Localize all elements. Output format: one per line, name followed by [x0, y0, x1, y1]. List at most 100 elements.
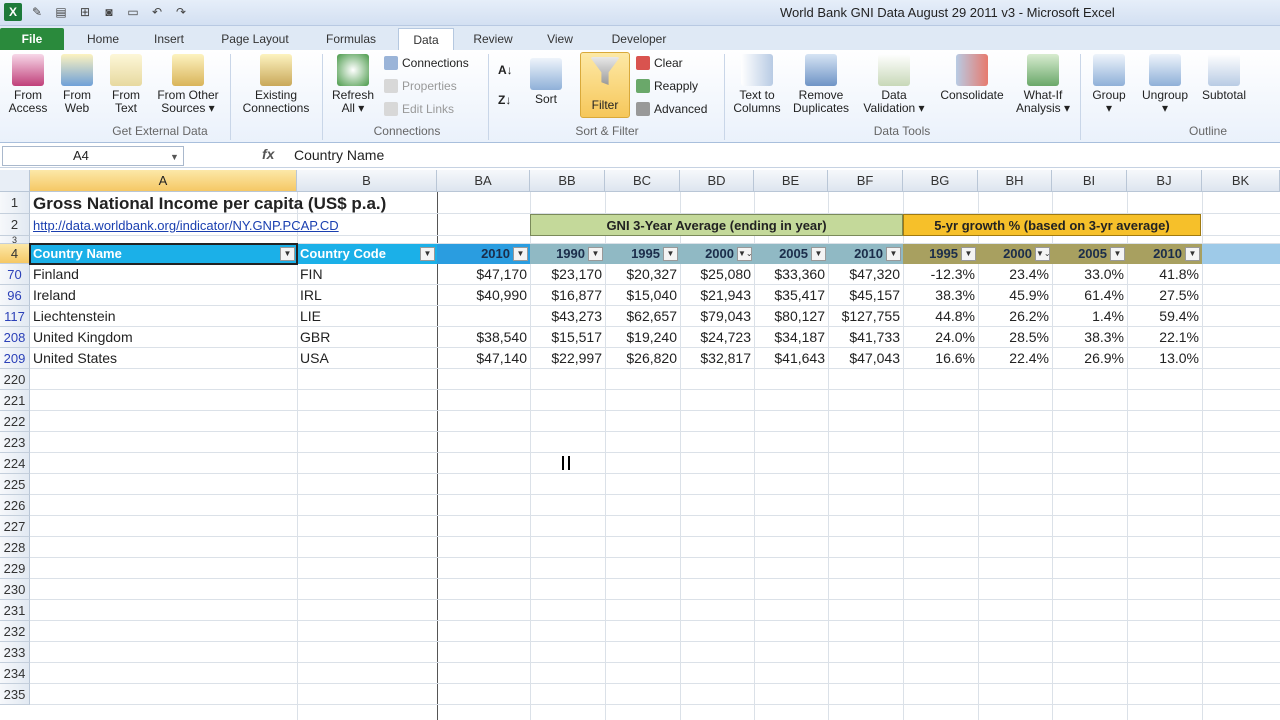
row-header-235[interactable]: 235 — [0, 684, 30, 705]
subtotal-button[interactable]: Subtotal — [1196, 54, 1252, 102]
from-web-button[interactable]: From Web — [54, 54, 100, 115]
redo-icon[interactable]: ↷ — [172, 3, 190, 21]
gni-header[interactable]: GNI 3-Year Average (ending in year) — [530, 214, 903, 236]
country-name-cell[interactable]: United Kingdom — [33, 327, 297, 348]
value-cell[interactable]: 1.4% — [1052, 306, 1127, 327]
value-cell[interactable]: 27.5% — [1127, 285, 1202, 306]
row-header-226[interactable]: 226 — [0, 495, 30, 516]
row-header-3[interactable]: 3 — [0, 236, 30, 245]
row-header-229[interactable]: 229 — [0, 558, 30, 579]
clear-button[interactable]: Clear — [636, 53, 683, 73]
row-header-228[interactable]: 228 — [0, 537, 30, 558]
value-cell[interactable]: 22.1% — [1127, 327, 1202, 348]
value-cell[interactable]: $80,127 — [754, 306, 828, 327]
properties-button[interactable]: Properties — [384, 76, 457, 96]
print-icon[interactable]: ▤ — [52, 3, 70, 21]
row-header-225[interactable]: 225 — [0, 474, 30, 495]
filter-active-icon[interactable]: ▼⌄ — [1035, 247, 1051, 261]
value-cell[interactable]: $23,170 — [530, 264, 605, 285]
country-code-cell[interactable]: USA — [300, 348, 437, 369]
row-header-4[interactable]: 4 — [0, 244, 30, 264]
row-header-223[interactable]: 223 — [0, 432, 30, 453]
country-name-cell[interactable]: Liechtenstein — [33, 306, 297, 327]
value-cell[interactable]: $20,327 — [605, 264, 680, 285]
from-other-sources-button[interactable]: From Other Sources ▾ — [152, 54, 224, 115]
row-header-96[interactable]: 96 — [0, 285, 30, 306]
row-header-2[interactable]: 2 — [0, 214, 30, 236]
row-header-221[interactable]: 221 — [0, 390, 30, 411]
value-cell[interactable]: 16.6% — [903, 348, 978, 369]
existing-connections-button[interactable]: Existing Connections — [236, 54, 316, 115]
growth-header[interactable]: 5-yr growth % (based on 3-yr average) — [903, 214, 1201, 236]
value-cell[interactable]: 38.3% — [903, 285, 978, 306]
filter-dropdown-icon[interactable]: ▼ — [1110, 247, 1125, 261]
column-header-b[interactable]: B — [297, 170, 437, 192]
worksheet-grid[interactable]: A B BA BB BC BD BE BF BG BH BI BJ BK 1 2 3 4 70 96 117 208 20… — [0, 170, 1280, 720]
column-header-ba[interactable]: BA — [437, 170, 530, 192]
from-access-button[interactable]: From Access — [4, 54, 52, 115]
value-cell[interactable]: $79,043 — [680, 306, 754, 327]
row-header-231[interactable]: 231 — [0, 600, 30, 621]
country-code-cell[interactable]: FIN — [300, 264, 437, 285]
column-header-be[interactable]: BE — [754, 170, 828, 192]
sheet-title[interactable]: Gross National Income per capita (US$ p.… — [33, 194, 386, 214]
value-cell[interactable]: $62,657 — [605, 306, 680, 327]
filter-dropdown-icon[interactable]: ▼ — [1185, 247, 1200, 261]
country-code-cell[interactable]: GBR — [300, 327, 437, 348]
value-cell[interactable]: 33.0% — [1052, 264, 1127, 285]
row-header-234[interactable]: 234 — [0, 663, 30, 684]
tab-page-layout[interactable]: Page Layout — [210, 28, 300, 50]
row-header-222[interactable]: 222 — [0, 411, 30, 432]
data-validation-button[interactable]: Data Validation ▾ — [856, 54, 932, 115]
tab-insert[interactable]: Insert — [144, 28, 194, 50]
filter-dropdown-icon[interactable]: ▼ — [588, 247, 603, 261]
value-cell[interactable] — [437, 306, 530, 327]
chevron-down-icon[interactable]: ▼ — [170, 152, 179, 162]
value-cell[interactable]: $41,733 — [828, 327, 903, 348]
column-header-bg[interactable]: BG — [903, 170, 978, 192]
row-header-220[interactable]: 220 — [0, 369, 30, 390]
value-cell[interactable]: $21,943 — [680, 285, 754, 306]
country-name-cell[interactable]: Ireland — [33, 285, 297, 306]
camera-icon[interactable]: ◙ — [100, 3, 118, 21]
value-cell[interactable]: $127,755 — [828, 306, 903, 327]
value-cell[interactable]: $26,820 — [605, 348, 680, 369]
value-cell[interactable]: 38.3% — [1052, 327, 1127, 348]
row-header-117[interactable]: 117 — [0, 306, 30, 327]
value-cell[interactable]: $47,320 — [828, 264, 903, 285]
value-cell[interactable]: 41.8% — [1127, 264, 1202, 285]
column-header-bc[interactable]: BC — [605, 170, 680, 192]
tab-home[interactable]: Home — [78, 28, 128, 50]
value-cell[interactable]: $34,187 — [754, 327, 828, 348]
refresh-all-button[interactable]: Refresh All ▾ — [328, 54, 378, 115]
country-code-cell[interactable]: IRL — [300, 285, 437, 306]
country-code-cell[interactable]: LIE — [300, 306, 437, 327]
filter-dropdown-icon[interactable]: ▼ — [513, 247, 528, 261]
value-cell[interactable]: $15,040 — [605, 285, 680, 306]
tab-developer[interactable]: Developer — [600, 28, 678, 50]
column-header-bk[interactable]: BK — [1202, 170, 1280, 192]
filter-active-icon[interactable]: ▼⌄ — [737, 247, 753, 261]
value-cell[interactable]: 61.4% — [1052, 285, 1127, 306]
tab-file[interactable]: File — [0, 28, 64, 50]
tab-review[interactable]: Review — [466, 28, 520, 50]
value-cell[interactable]: $47,043 — [828, 348, 903, 369]
value-cell[interactable]: $35,417 — [754, 285, 828, 306]
function-icon[interactable]: fx — [262, 146, 274, 162]
row-header-1[interactable]: 1 — [0, 192, 30, 214]
source-link[interactable]: http://data.worldbank.org/indicator/NY.G… — [33, 216, 339, 236]
sort-az-button[interactable]: A↓ — [498, 60, 513, 80]
filter-button[interactable]: Filter — [580, 52, 630, 118]
name-box[interactable]: A4 — [2, 146, 184, 166]
ungroup-button[interactable]: Ungroup ▾ — [1136, 54, 1194, 115]
value-cell[interactable]: $25,080 — [680, 264, 754, 285]
value-cell[interactable]: $47,170 — [437, 264, 530, 285]
value-cell[interactable]: 45.9% — [978, 285, 1052, 306]
column-header-bf[interactable]: BF — [828, 170, 903, 192]
column-header-bb[interactable]: BB — [530, 170, 605, 192]
row-header-230[interactable]: 230 — [0, 579, 30, 600]
tab-data[interactable]: Data — [398, 28, 454, 50]
filter-dropdown-icon[interactable]: ▼ — [420, 247, 435, 261]
advanced-button[interactable]: Advanced — [636, 99, 707, 119]
country-name-cell[interactable]: United States — [33, 348, 297, 369]
